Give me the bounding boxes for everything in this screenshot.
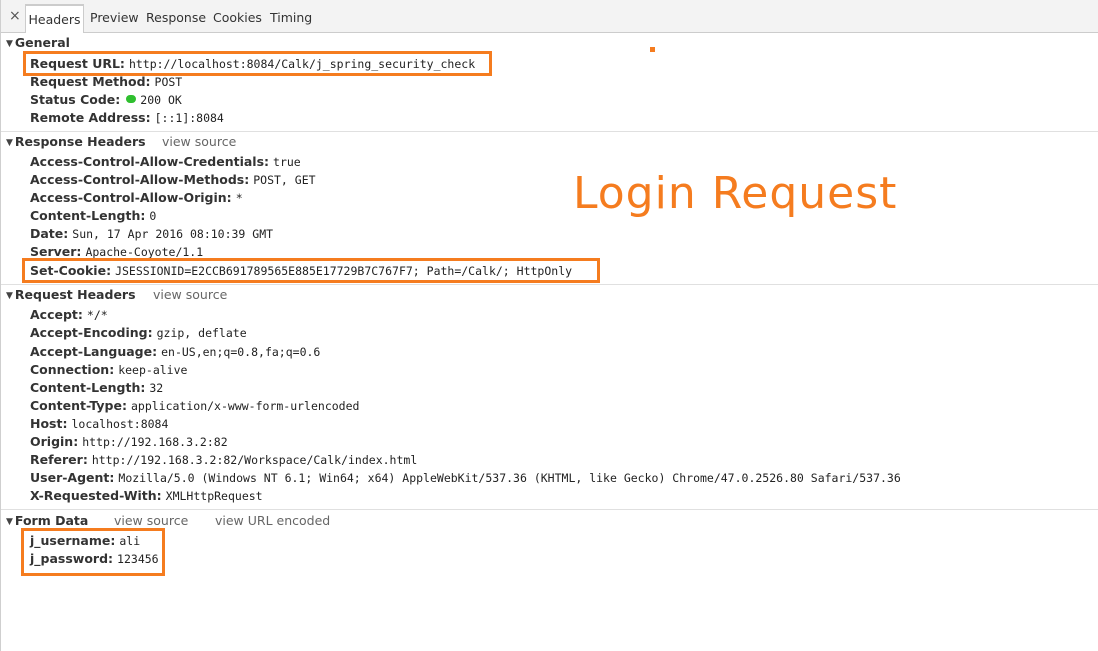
request-header-row: User-Agent: Mozilla/5.0 (Windows NT 6.1; … bbox=[30, 469, 901, 487]
header-value: * bbox=[235, 191, 243, 205]
annotation-dot bbox=[650, 47, 655, 52]
header-key: Referer: bbox=[30, 452, 88, 467]
header-value: true bbox=[273, 155, 301, 169]
response-header-row: Date: Sun, 17 Apr 2016 08:10:39 GMT bbox=[30, 225, 273, 243]
section-divider bbox=[1, 284, 1098, 285]
remote-address-row: Remote Address: [::1]:8084 bbox=[30, 109, 224, 127]
annotation-label: Login Request bbox=[573, 168, 898, 219]
section-title: Response Headers bbox=[14, 134, 146, 149]
close-icon[interactable]: × bbox=[9, 8, 21, 24]
header-key: Content-Type: bbox=[30, 398, 127, 413]
header-key: Content-Length: bbox=[30, 208, 146, 223]
request-header-row: Content-Type: application/x-www-form-urle… bbox=[30, 397, 359, 415]
header-value: Apache-Coyote/1.1 bbox=[85, 245, 204, 259]
tab-headers[interactable]: Headers bbox=[25, 4, 84, 33]
collapse-triangle-icon: ▼ bbox=[6, 517, 13, 527]
header-key: Content-Length: bbox=[30, 380, 146, 395]
header-key: Accept-Encoding: bbox=[30, 325, 153, 340]
highlight-request-url bbox=[23, 51, 492, 76]
header-value: Mozilla/5.0 (Windows NT 6.1; Win64; x64)… bbox=[118, 471, 901, 485]
header-key: Status Code: bbox=[30, 92, 121, 107]
header-key: Request Method: bbox=[30, 74, 151, 89]
header-key: Remote Address: bbox=[30, 110, 151, 125]
collapse-triangle-icon: ▼ bbox=[6, 39, 13, 49]
view-source-link[interactable]: view source bbox=[153, 287, 227, 302]
header-value: POST bbox=[154, 75, 183, 89]
section-form-data-header[interactable]: ▼ Form Data bbox=[6, 513, 88, 528]
header-key: Date: bbox=[30, 226, 69, 241]
section-divider bbox=[1, 509, 1098, 510]
request-header-row: Accept-Encoding: gzip, deflate bbox=[30, 324, 247, 342]
header-key: Server: bbox=[30, 244, 82, 259]
request-header-row: Referer: http://192.168.3.2:82/Workspace/… bbox=[30, 451, 417, 469]
request-header-row: Content-Length: 32 bbox=[30, 379, 163, 397]
view-url-encoded-link[interactable]: view URL encoded bbox=[215, 513, 330, 528]
collapse-triangle-icon: ▼ bbox=[6, 138, 13, 148]
response-header-row: Access-Control-Allow-Credentials: true bbox=[30, 153, 301, 171]
request-header-row: Accept-Language: en-US,en;q=0.8,fa;q=0.6 bbox=[30, 343, 320, 361]
request-header-row: Origin: http://192.168.3.2:82 bbox=[30, 433, 228, 451]
tab-cookies[interactable]: Cookies bbox=[213, 4, 262, 33]
highlight-form-data bbox=[21, 528, 165, 576]
header-value: http://192.168.3.2:82 bbox=[82, 435, 228, 449]
tab-bar: × Headers Preview Response Cookies Timin… bbox=[1, 0, 1098, 33]
header-value: XMLHttpRequest bbox=[165, 489, 263, 503]
header-value: http://192.168.3.2:82/Workspace/Calk/ind… bbox=[91, 453, 418, 467]
section-general-header[interactable]: ▼ General bbox=[6, 35, 70, 50]
header-value: 0 bbox=[149, 209, 157, 223]
tab-timing[interactable]: Timing bbox=[270, 4, 312, 33]
view-source-link[interactable]: view source bbox=[162, 134, 236, 149]
section-request-headers-header[interactable]: ▼ Request Headers bbox=[6, 287, 136, 302]
header-value: POST, GET bbox=[253, 173, 316, 187]
request-header-row: X-Requested-With: XMLHttpRequest bbox=[30, 487, 263, 505]
header-value: Sun, 17 Apr 2016 08:10:39 GMT bbox=[72, 227, 274, 241]
request-header-row: Host: localhost:8084 bbox=[30, 415, 168, 433]
tab-response[interactable]: Response bbox=[146, 4, 206, 33]
header-value: */* bbox=[86, 308, 108, 322]
view-source-link[interactable]: view source bbox=[114, 513, 188, 528]
header-value: 200 OK bbox=[140, 93, 182, 107]
section-title: Form Data bbox=[14, 513, 89, 528]
section-divider bbox=[1, 131, 1098, 132]
panel-left-border bbox=[0, 0, 1, 651]
header-key: User-Agent: bbox=[30, 470, 115, 485]
collapse-triangle-icon: ▼ bbox=[6, 291, 13, 301]
header-value: en-US,en;q=0.8,fa;q=0.6 bbox=[161, 345, 321, 359]
header-value: 32 bbox=[149, 381, 164, 395]
response-header-row: Access-Control-Allow-Methods: POST, GET bbox=[30, 171, 316, 189]
response-header-row: Content-Length: 0 bbox=[30, 207, 156, 225]
section-response-headers-header[interactable]: ▼ Response Headers bbox=[6, 134, 146, 149]
header-key: Accept: bbox=[30, 307, 83, 322]
header-key: Connection: bbox=[30, 362, 115, 377]
header-value: application/x-www-form-urlencoded bbox=[130, 399, 360, 413]
tab-preview[interactable]: Preview bbox=[90, 4, 139, 33]
section-title: Request Headers bbox=[14, 287, 136, 302]
status-ok-icon bbox=[126, 95, 137, 103]
header-key: Host: bbox=[30, 416, 68, 431]
header-key: X-Requested-With: bbox=[30, 488, 162, 503]
header-key: Access-Control-Allow-Methods: bbox=[30, 172, 250, 187]
header-key: Accept-Language: bbox=[30, 344, 158, 359]
header-value: keep-alive bbox=[118, 363, 188, 377]
request-header-row: Accept: */* bbox=[30, 306, 108, 324]
highlight-set-cookie bbox=[22, 258, 600, 283]
request-header-row: Connection: keep-alive bbox=[30, 361, 187, 379]
response-header-row: Access-Control-Allow-Origin: * bbox=[30, 189, 243, 207]
status-code-row: Status Code: 200 OK bbox=[30, 91, 182, 109]
header-value: [::1]:8084 bbox=[154, 111, 224, 125]
header-key: Origin: bbox=[30, 434, 79, 449]
header-value: localhost:8084 bbox=[71, 417, 169, 431]
header-value: gzip, deflate bbox=[156, 326, 247, 340]
header-key: Access-Control-Allow-Credentials: bbox=[30, 154, 270, 169]
header-key: Access-Control-Allow-Origin: bbox=[30, 190, 232, 205]
section-title: General bbox=[14, 35, 70, 50]
